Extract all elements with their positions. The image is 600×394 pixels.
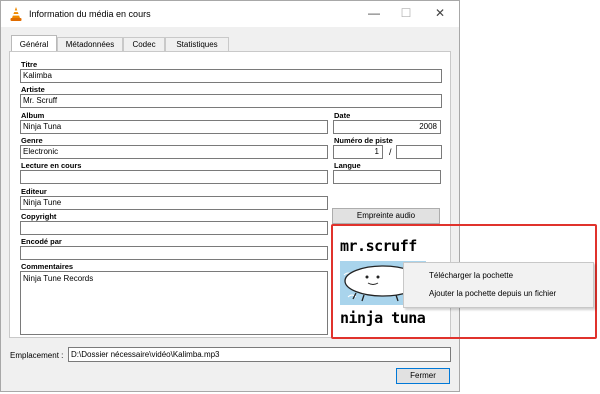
title-field[interactable]: Kalimba <box>20 69 442 83</box>
album-label: Album <box>21 111 45 120</box>
language-field[interactable] <box>333 170 441 184</box>
menu-item-download-cover[interactable]: Télécharger la pochette <box>429 271 513 280</box>
title-label: Titre <box>21 60 38 69</box>
publisher-field[interactable]: Ninja Tune <box>20 196 328 210</box>
track-number-field[interactable]: 1 <box>333 145 383 159</box>
publisher-label: Editeur <box>21 187 47 196</box>
copyright-field[interactable] <box>20 221 328 235</box>
minimize-icon: — <box>368 6 380 20</box>
maximize-button[interactable]: ☐ <box>393 4 419 22</box>
comments-field[interactable]: Ninja Tune Records <box>20 271 328 335</box>
genre-label: Genre <box>21 136 43 145</box>
artist-label: Artiste <box>21 85 45 94</box>
title-bar[interactable]: Information du média en cours — ☐ ✕ <box>1 1 459 27</box>
album-field[interactable]: Ninja Tuna <box>20 120 328 134</box>
minimize-button[interactable]: — <box>361 4 387 22</box>
vlc-cone-icon <box>10 7 22 21</box>
date-label: Date <box>334 111 351 120</box>
menu-item-add-cover-from-file[interactable]: Ajouter la pochette depuis un fichier <box>429 289 556 298</box>
close-button[interactable]: Fermer <box>396 368 450 384</box>
close-window-button[interactable]: ✕ <box>427 4 453 22</box>
tab-metadonnees[interactable]: Métadonnées <box>57 37 123 52</box>
artist-field[interactable]: Mr. Scruff <box>20 94 442 108</box>
tab-general[interactable]: Général <box>11 35 57 52</box>
comments-label: Commentaires <box>21 262 74 271</box>
location-label: Emplacement : <box>10 351 64 360</box>
copyright-label: Copyright <box>21 212 57 221</box>
window-title: Information du média en cours <box>29 9 151 19</box>
track-total-field[interactable] <box>396 145 442 159</box>
genre-field[interactable]: Electronic <box>20 145 328 159</box>
now-playing-field[interactable] <box>20 170 328 184</box>
location-field[interactable]: D:\Dossier nécessaire\vidéo\Kalimba.mp3 <box>68 347 451 362</box>
tab-codec[interactable]: Codec <box>123 37 165 52</box>
encoded-by-field[interactable] <box>20 246 328 260</box>
close-icon: ✕ <box>434 6 446 20</box>
now-playing-label: Lecture en cours <box>21 161 82 170</box>
maximize-icon: ☐ <box>400 6 412 20</box>
cover-context-menu: Télécharger la pochette Ajouter la poche… <box>403 262 594 308</box>
track-number-label: Numéro de piste <box>334 136 393 145</box>
date-field[interactable]: 2008 <box>333 120 441 134</box>
track-separator: / <box>389 147 392 157</box>
audio-fingerprint-button[interactable]: Empreinte audio <box>332 208 440 224</box>
encoded-by-label: Encodé par <box>21 237 62 246</box>
language-label: Langue <box>334 161 361 170</box>
tab-statistiques[interactable]: Statistiques <box>165 37 229 52</box>
